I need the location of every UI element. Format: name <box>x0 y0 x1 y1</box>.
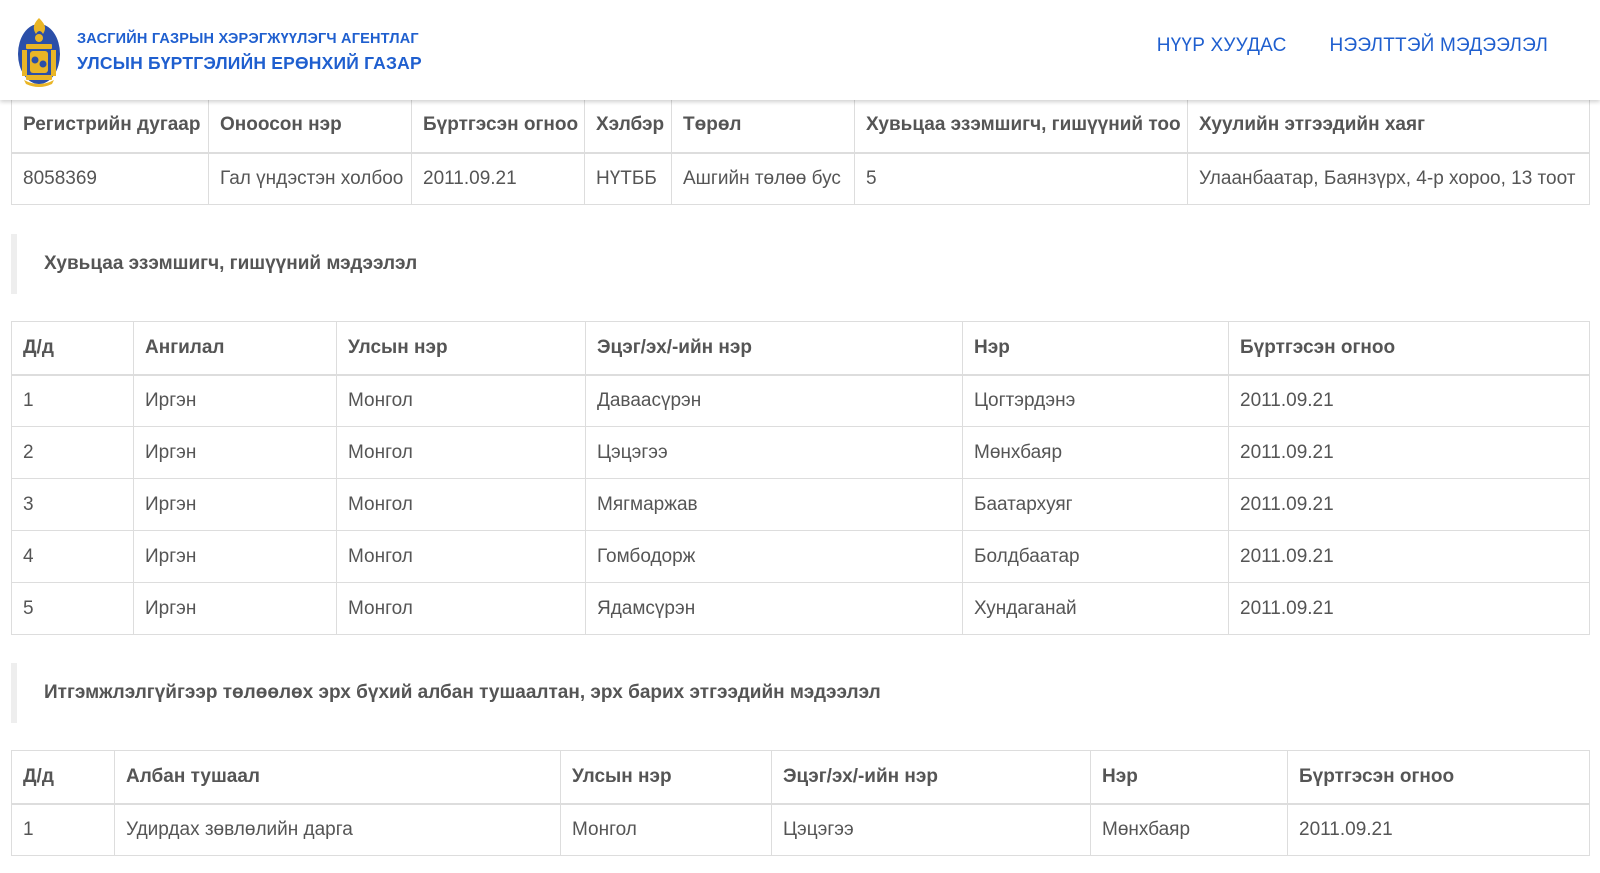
agency-name-line2: УЛСЫН БҮРТГЭЛИЙН ЕРӨНХИЙ ГАЗАР <box>77 52 422 73</box>
col-header: Бүртгэсэн огноо <box>1287 750 1590 805</box>
table-row: 1 Удирдах зөвлөлийн дарга Монгол Цэцэгээ… <box>11 803 1590 856</box>
col-header: Нэр <box>962 321 1229 376</box>
table-cell: Даваасүрэн <box>585 374 963 427</box>
organization-table: Регистрийн дугаар Оноосон нэр Бүртгэсэн … <box>11 98 1590 205</box>
table-cell: Мягмаржав <box>585 478 963 531</box>
col-header: Бүртгэсэн огноо <box>1228 321 1590 376</box>
table-cell: Иргэн <box>133 582 337 635</box>
col-header: Нэр <box>1090 750 1288 805</box>
table-cell: Монгол <box>336 374 586 427</box>
col-header: Бүртгэсэн огноо <box>411 98 585 154</box>
table-cell: 2011.09.21 <box>1287 803 1590 856</box>
table-cell: Хундаганай <box>962 582 1229 635</box>
table-header-row: Регистрийн дугаар Оноосон нэр Бүртгэсэн … <box>11 98 1590 154</box>
col-header: Д/д <box>11 750 115 805</box>
table-cell: Болдбаатар <box>962 530 1229 583</box>
members-table: Д/д Ангилал Улсын нэр Эцэг/эх/-ийн нэр Н… <box>11 321 1590 635</box>
main-content: Регистрийн дугаар Оноосон нэр Бүртгэсэн … <box>11 98 1590 856</box>
table-cell: 4 <box>11 530 134 583</box>
col-header: Регистрийн дугаар <box>11 98 209 154</box>
table-cell: 2011.09.21 <box>1228 426 1590 479</box>
table-cell: Монгол <box>336 530 586 583</box>
table-cell: Цогтэрдэнэ <box>962 374 1229 427</box>
col-header: Эцэг/эх/-ийн нэр <box>585 321 963 376</box>
table-cell: НҮТББ <box>584 152 672 205</box>
nav-link-home[interactable]: НҮҮР ХУУДАС <box>1157 35 1287 57</box>
col-header: Улсын нэр <box>560 750 772 805</box>
col-header: Хувьцаа эзэмшигч, гишүүний тоо <box>854 98 1188 154</box>
table-cell: Монгол <box>336 426 586 479</box>
table-cell: Гомбодорж <box>585 530 963 583</box>
table-cell: 5 <box>11 582 134 635</box>
table-cell: Мөнхбаяр <box>1090 803 1288 856</box>
table-cell: Монгол <box>336 478 586 531</box>
agency-name-line1: ЗАСГИЙН ГАЗРЫН ХЭРЭГЖҮҮЛЭГЧ АГЕНТЛАГ <box>77 31 419 47</box>
table-cell: Цэцэгээ <box>585 426 963 479</box>
table-cell: 2011.09.21 <box>1228 374 1590 427</box>
table-header-row: Д/д Ангилал Улсын нэр Эцэг/эх/-ийн нэр Н… <box>11 321 1590 376</box>
table-cell: Монгол <box>560 803 772 856</box>
agency-name[interactable]: ЗАСГИЙН ГАЗРЫН ХЭРЭГЖҮҮЛЭГЧ АГЕНТЛАГ УЛС… <box>77 32 422 72</box>
table-cell: Иргэн <box>133 530 337 583</box>
col-header: Оноосон нэр <box>208 98 412 154</box>
table-cell: Иргэн <box>133 478 337 531</box>
col-header: Хуулийн этгээдийн хаяг <box>1187 98 1590 154</box>
col-header: Төрөл <box>671 98 855 154</box>
table-cell: Гал үндэстэн холбоо <box>208 152 412 205</box>
table-cell: Удирдах зөвлөлийн дарга <box>114 803 561 856</box>
table-row: 5 Иргэн Монгол Ядамсүрэн Хундаганай 2011… <box>11 582 1590 635</box>
col-header: Хэлбэр <box>584 98 672 154</box>
table-cell: 8058369 <box>11 152 209 205</box>
site-header: ЗАСГИЙН ГАЗРЫН ХЭРЭГЖҮҮЛЭГЧ АГЕНТЛАГ УЛС… <box>0 0 1600 100</box>
col-header: Улсын нэр <box>336 321 586 376</box>
nav-link-open-info[interactable]: НЭЭЛТТЭЙ МЭДЭЭЛЭЛ <box>1330 35 1548 57</box>
table-cell: Иргэн <box>133 426 337 479</box>
table-row: 2 Иргэн Монгол Цэцэгээ Мөнхбаяр 2011.09.… <box>11 426 1590 479</box>
table-cell: 1 <box>11 374 134 427</box>
table-cell: 2011.09.21 <box>1228 478 1590 531</box>
col-header: Д/д <box>11 321 134 376</box>
table-cell: 1 <box>11 803 115 856</box>
main-nav: НҮҮР ХУУДАС НЭЭЛТТЭЙ МЭДЭЭЛЭЛ <box>1157 35 1548 57</box>
table-cell: Ашгийн төлөө бус <box>671 152 855 205</box>
table-cell: Монгол <box>336 582 586 635</box>
table-cell: 2011.09.21 <box>411 152 585 205</box>
table-cell: 2 <box>11 426 134 479</box>
table-row: 3 Иргэн Монгол Мягмаржав Баатархуяг 2011… <box>11 478 1590 531</box>
col-header: Албан тушаал <box>114 750 561 805</box>
table-cell: Цэцэгээ <box>771 803 1091 856</box>
table-cell: 3 <box>11 478 134 531</box>
table-cell: Баатархуяг <box>962 478 1229 531</box>
table-cell: Иргэн <box>133 374 337 427</box>
table-cell: 5 <box>854 152 1188 205</box>
col-header: Эцэг/эх/-ийн нэр <box>771 750 1091 805</box>
table-cell: 2011.09.21 <box>1228 582 1590 635</box>
officials-table: Д/д Албан тушаал Улсын нэр Эцэг/эх/-ийн … <box>11 750 1590 856</box>
table-row: 8058369 Гал үндэстэн холбоо 2011.09.21 Н… <box>11 152 1590 205</box>
soyombo-emblem-icon[interactable] <box>14 14 64 88</box>
table-row: 4 Иргэн Монгол Гомбодорж Болдбаатар 2011… <box>11 530 1590 583</box>
members-section-title: Хувьцаа эзэмшигч, гишүүний мэдээлэл <box>11 234 1589 294</box>
table-cell: Ядамсүрэн <box>585 582 963 635</box>
table-cell: Улаанбаатар, Баянзүрх, 4-р хороо, 13 тоо… <box>1187 152 1590 205</box>
table-cell: 2011.09.21 <box>1228 530 1590 583</box>
table-cell: Мөнхбаяр <box>962 426 1229 479</box>
officials-section-title: Итгэмжлэлгүйгээр төлөөлөх эрх бүхий алба… <box>11 663 1589 723</box>
col-header: Ангилал <box>133 321 337 376</box>
table-row: 1 Иргэн Монгол Даваасүрэн Цогтэрдэнэ 201… <box>11 374 1590 427</box>
table-header-row: Д/д Албан тушаал Улсын нэр Эцэг/эх/-ийн … <box>11 750 1590 805</box>
